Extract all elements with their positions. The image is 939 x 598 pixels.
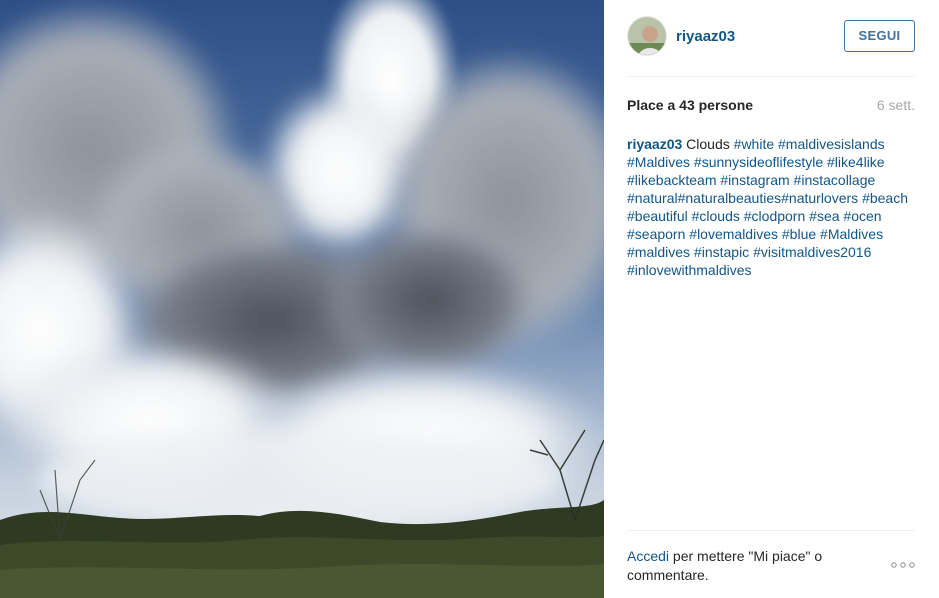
hashtag-link[interactable]: #inlovewithmaldives <box>627 262 752 278</box>
login-link[interactable]: Accedi <box>627 548 669 564</box>
likes-row: Place a 43 persone 6 sett. <box>627 97 915 115</box>
divider <box>627 76 915 77</box>
hashtag-link[interactable]: #maldivesislands <box>778 136 885 152</box>
hashtag-link[interactable]: #like4like <box>827 154 885 170</box>
user-avatar-icon <box>628 17 666 55</box>
post-header: riyaaz03 SEGUI <box>627 16 915 56</box>
hashtag-link[interactable]: #blue <box>782 226 816 242</box>
hashtag-link[interactable]: #sunnysideoflifestyle <box>694 154 823 170</box>
hashtag-list: #white #maldivesislands #Maldives #sunny… <box>627 136 908 278</box>
post-timestamp[interactable]: 6 sett. <box>877 97 915 113</box>
likes-count[interactable]: Place a 43 persone <box>627 97 753 113</box>
divider <box>627 530 915 531</box>
hashtag-link[interactable]: #natural <box>627 190 678 206</box>
caption-text: Clouds <box>686 136 730 152</box>
hashtag-link[interactable]: #seaporn <box>627 226 685 242</box>
hashtag-link[interactable]: #lovemaldives <box>689 226 778 242</box>
post-photo[interactable] <box>0 0 604 598</box>
hashtag-link[interactable]: #maldives <box>627 244 690 260</box>
hashtag-link[interactable]: #Maldives <box>820 226 883 242</box>
avatar[interactable] <box>627 16 667 56</box>
hashtag-link[interactable]: #naturlovers <box>781 190 858 206</box>
hashtag-link[interactable]: #instapic <box>694 244 749 260</box>
post-caption: riyaaz03 Clouds #white #maldivesislands … <box>627 135 917 279</box>
hashtag-link[interactable]: #beach <box>862 190 908 206</box>
hashtag-link[interactable]: #instacollage <box>794 172 876 188</box>
post-sidebar: riyaaz03 SEGUI Place a 43 persone 6 sett… <box>604 0 939 598</box>
username-link[interactable]: riyaaz03 <box>676 28 735 45</box>
hashtag-link[interactable]: #Maldives <box>627 154 690 170</box>
hashtag-link[interactable]: #clodporn <box>744 208 806 224</box>
login-prompt: Accedi per mettere "Mi piace" o commenta… <box>627 547 867 585</box>
hashtag-link[interactable]: #white <box>734 136 774 152</box>
hashtag-link[interactable]: #sea <box>809 208 839 224</box>
hashtag-link[interactable]: #ocen <box>843 208 881 224</box>
hashtag-link[interactable]: #clouds <box>692 208 740 224</box>
hashtag-link[interactable]: #visitmaldives2016 <box>753 244 871 260</box>
caption-username[interactable]: riyaaz03 <box>627 136 682 152</box>
follow-button[interactable]: SEGUI <box>844 20 915 52</box>
hashtag-link[interactable]: #instagram <box>720 172 789 188</box>
hashtag-link[interactable]: #naturalbeauties <box>678 190 782 206</box>
hashtag-link[interactable]: #beautiful <box>627 208 688 224</box>
hashtag-link[interactable]: #likebackteam <box>627 172 717 188</box>
ellipsis-icon[interactable] <box>891 560 917 570</box>
clouds-photo <box>0 0 604 598</box>
